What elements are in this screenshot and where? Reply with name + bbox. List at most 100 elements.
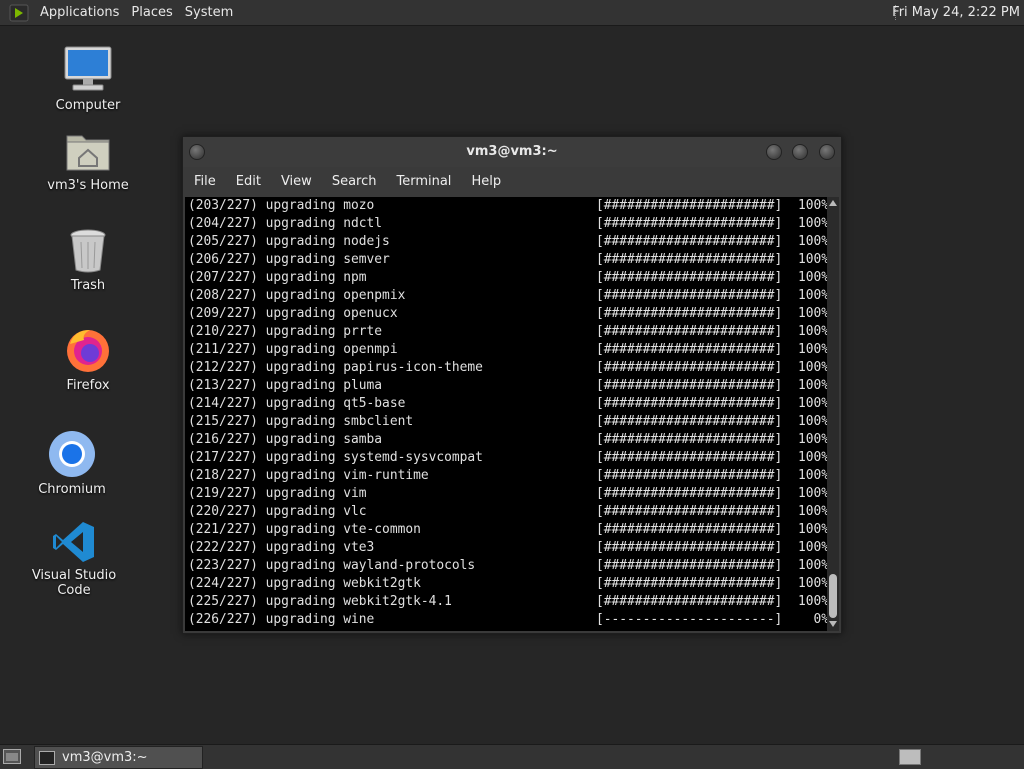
line-count: (211/227) bbox=[188, 342, 258, 357]
terminal-scrollbar[interactable] bbox=[827, 197, 839, 631]
terminal-line: (206/227) upgrading semver [#############… bbox=[185, 251, 827, 269]
line-pkg: npm bbox=[343, 270, 367, 285]
desktop-icon-vscode[interactable]: Visual Studio Code bbox=[19, 520, 129, 598]
progress-bar-text: [######################] bbox=[596, 360, 783, 375]
desktop-icon-label: Computer bbox=[55, 98, 121, 113]
line-count: (223/227) bbox=[188, 558, 258, 573]
upgrade-step-text: (203/227) upgrading mozo bbox=[188, 197, 374, 215]
terminal-line: (212/227) upgrading papirus-icon-theme [#… bbox=[185, 359, 827, 377]
upgrade-step-text: (208/227) upgrading openpmix bbox=[188, 287, 405, 305]
line-action: upgrading bbox=[265, 558, 336, 573]
progress-percent: 100% bbox=[797, 378, 827, 393]
menu-view[interactable]: View bbox=[271, 167, 322, 197]
terminal-line: (219/227) upgrading vim [################… bbox=[185, 485, 827, 503]
upgrade-step-text: (224/227) upgrading webkit2gtk bbox=[188, 575, 421, 593]
upgrade-step-text: (223/227) upgrading wayland-protocols bbox=[188, 557, 475, 575]
minimize-button[interactable] bbox=[766, 144, 782, 160]
progress-bar-text: [######################] bbox=[596, 288, 783, 303]
terminal-output[interactable]: (203/227) upgrading mozo [###############… bbox=[185, 197, 827, 631]
progress-percent: 100% bbox=[797, 198, 827, 213]
upgrade-step-text: (209/227) upgrading openucx bbox=[188, 305, 398, 323]
desktop-icon-firefox[interactable]: Firefox bbox=[33, 326, 143, 393]
progress-percent: 100% bbox=[797, 540, 827, 555]
applications-menu[interactable]: Applications bbox=[34, 0, 125, 25]
progress-percent: 100% bbox=[797, 486, 827, 501]
progress-percent: 100% bbox=[797, 414, 827, 429]
terminal-line: (213/227) upgrading pluma [##############… bbox=[185, 377, 827, 395]
line-action: upgrading bbox=[265, 288, 336, 303]
chromium-icon bbox=[48, 430, 96, 478]
terminal-line: (220/227) upgrading vlc [################… bbox=[185, 503, 827, 521]
line-count: (206/227) bbox=[188, 252, 258, 267]
progress-bar-text: [######################] bbox=[596, 270, 783, 285]
desktop-icon-trash[interactable]: Trash bbox=[33, 228, 143, 293]
scroll-thumb[interactable] bbox=[829, 574, 837, 618]
upgrade-step-text: (205/227) upgrading nodejs bbox=[188, 233, 390, 251]
progress-percent: 100% bbox=[797, 504, 827, 519]
line-count: (208/227) bbox=[188, 288, 258, 303]
home-folder-icon bbox=[65, 128, 111, 174]
progress-percent: 100% bbox=[797, 522, 827, 537]
line-action: upgrading bbox=[265, 522, 336, 537]
line-pkg: vim bbox=[343, 486, 367, 501]
line-action: upgrading bbox=[265, 432, 336, 447]
progress-bar-text: [######################] bbox=[596, 342, 783, 357]
workspace-switcher[interactable] bbox=[899, 749, 921, 765]
line-action: upgrading bbox=[265, 504, 336, 519]
distro-logo-icon[interactable] bbox=[8, 2, 30, 24]
line-pkg: openpmix bbox=[343, 288, 406, 303]
menu-search[interactable]: Search bbox=[322, 167, 387, 197]
taskbar-item-terminal[interactable]: vm3@vm3:~ bbox=[34, 746, 203, 769]
top-panel: Applications Places System Fri May 24, 2… bbox=[0, 0, 1024, 26]
line-count: (204/227) bbox=[188, 216, 258, 231]
line-action: upgrading bbox=[265, 360, 336, 375]
line-count: (221/227) bbox=[188, 522, 258, 537]
terminal-line: (211/227) upgrading openmpi [############… bbox=[185, 341, 827, 359]
places-menu[interactable]: Places bbox=[125, 0, 178, 25]
progress-bar-text: [######################] bbox=[596, 378, 783, 393]
close-button[interactable] bbox=[819, 144, 835, 160]
upgrade-step-text: (216/227) upgrading samba bbox=[188, 431, 382, 449]
line-pkg: openmpi bbox=[343, 342, 398, 357]
line-action: upgrading bbox=[265, 252, 336, 267]
maximize-button[interactable] bbox=[792, 144, 808, 160]
line-pkg: vte-common bbox=[343, 522, 421, 537]
upgrade-step-text: (212/227) upgrading papirus-icon-theme bbox=[188, 359, 483, 377]
menu-file[interactable]: File bbox=[183, 167, 226, 197]
progress-percent: 100% bbox=[797, 432, 827, 447]
progress-bar-text: [######################] bbox=[596, 468, 783, 483]
upgrade-step-text: (220/227) upgrading vlc bbox=[188, 503, 367, 521]
desktop-icon-home[interactable]: vm3's Home bbox=[33, 128, 143, 193]
scroll-up-arrow-icon[interactable] bbox=[829, 200, 837, 206]
upgrade-step-text: (222/227) upgrading vte3 bbox=[188, 539, 374, 557]
upgrade-step-text: (211/227) upgrading openmpi bbox=[188, 341, 398, 359]
show-desktop-icon[interactable] bbox=[3, 749, 21, 764]
progress-bar-text: [######################] bbox=[596, 324, 783, 339]
progress-bar-text: [######################] bbox=[596, 216, 783, 231]
system-menu[interactable]: System bbox=[179, 0, 239, 25]
terminal-line: (216/227) upgrading samba [##############… bbox=[185, 431, 827, 449]
upgrade-step-text: (207/227) upgrading npm bbox=[188, 269, 367, 287]
terminal-line: (209/227) upgrading openucx [############… bbox=[185, 305, 827, 323]
line-pkg: ndctl bbox=[343, 216, 383, 231]
scroll-down-arrow-icon[interactable] bbox=[829, 621, 837, 627]
desktop-icon-computer[interactable]: Computer bbox=[33, 44, 143, 113]
menu-help[interactable]: Help bbox=[461, 167, 511, 197]
upgrade-step-text: (221/227) upgrading vte-common bbox=[188, 521, 421, 539]
progress-percent: 100% bbox=[797, 594, 827, 609]
menu-edit[interactable]: Edit bbox=[226, 167, 271, 197]
window-titlebar[interactable]: vm3@vm3:~ bbox=[183, 137, 841, 167]
line-count: (216/227) bbox=[188, 432, 258, 447]
progress-bar-text: [######################] bbox=[596, 396, 783, 411]
line-action: upgrading bbox=[265, 396, 336, 411]
menu-terminal[interactable]: Terminal bbox=[386, 167, 461, 197]
desktop-icon-chromium[interactable]: Chromium bbox=[17, 430, 127, 497]
window-menu-button[interactable] bbox=[189, 144, 205, 160]
desktop-icon-label: Firefox bbox=[66, 378, 110, 393]
line-pkg: wine bbox=[343, 612, 375, 627]
clock[interactable]: Fri May 24, 2:22 PM bbox=[892, 0, 1020, 25]
progress-bar-text: [----------------------] bbox=[596, 612, 783, 627]
trash-icon bbox=[68, 228, 108, 274]
terminal-window[interactable]: vm3@vm3:~ File Edit View Search Terminal… bbox=[182, 136, 842, 634]
desktop-icon-label: vm3's Home bbox=[47, 178, 129, 193]
